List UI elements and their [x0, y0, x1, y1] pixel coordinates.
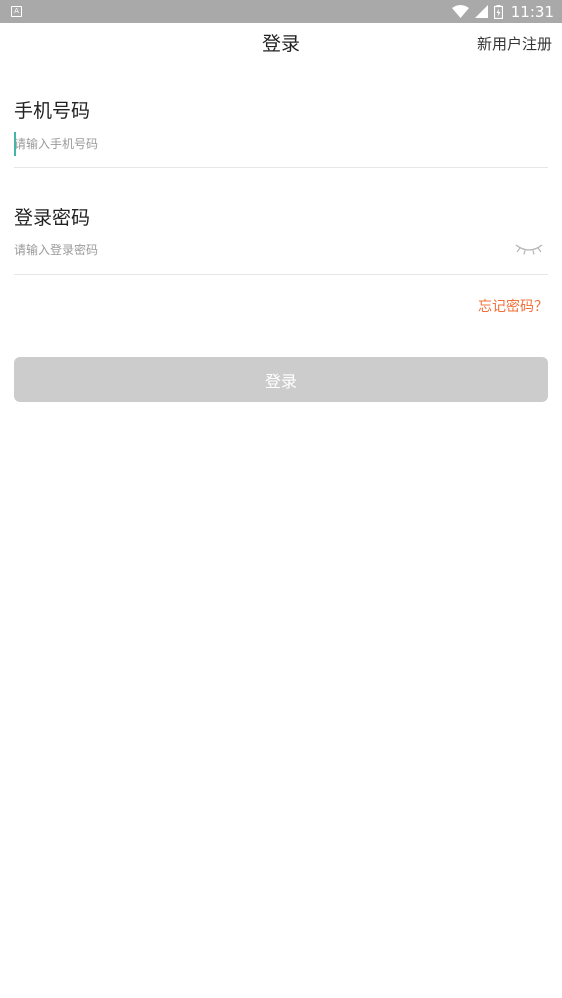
status-time: 11:31 — [510, 2, 554, 21]
forgot-password-link[interactable]: 忘记密码？ — [478, 296, 548, 316]
eye-closed-icon[interactable] — [514, 239, 544, 259]
status-icons: 11:31 — [451, 0, 554, 23]
notification-a-icon: A — [11, 6, 22, 17]
register-link[interactable]: 新用户注册 — [477, 33, 552, 54]
wifi-icon — [451, 5, 469, 18]
header: 登录 新用户注册 — [0, 23, 562, 61]
signal-icon — [474, 5, 488, 18]
password-input[interactable] — [14, 233, 504, 267]
login-button[interactable]: 登录 — [14, 357, 548, 402]
battery-icon — [493, 4, 503, 19]
phone-input[interactable] — [14, 127, 548, 161]
phone-label: 手机号码 — [14, 100, 91, 122]
password-divider — [14, 274, 548, 275]
status-bar: A 11:31 — [0, 0, 562, 23]
phone-divider — [14, 167, 548, 168]
password-label: 登录密码 — [14, 207, 91, 229]
